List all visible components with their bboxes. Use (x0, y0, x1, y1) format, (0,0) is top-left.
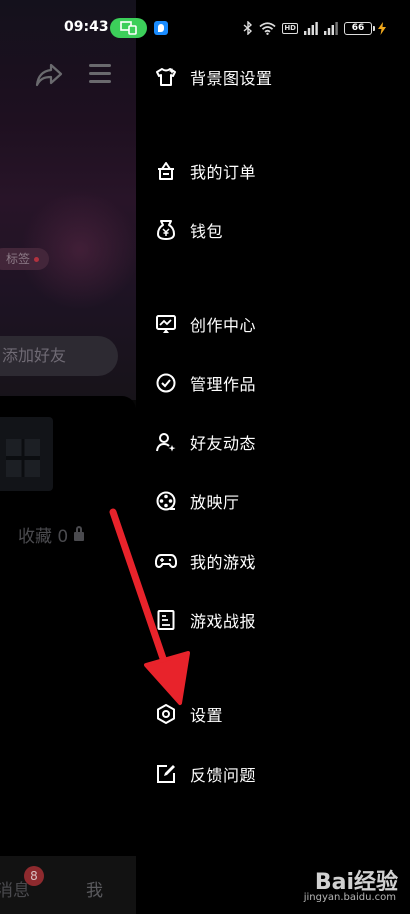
background-profile-page: 标签 添加好友 收藏 0 消息 8 我 (0, 0, 136, 914)
creator-icon (155, 313, 177, 335)
nav-me[interactable]: 我 (86, 876, 103, 901)
menu-label: 钱包 (190, 222, 224, 241)
signal-icon (304, 21, 318, 35)
feedback-icon (155, 763, 177, 785)
menu-item-feedback[interactable]: 反馈问题 (136, 752, 410, 796)
menu-item-creator-center[interactable]: 创作中心 (136, 302, 410, 346)
cast-icon (120, 21, 137, 35)
bluetooth-icon (243, 21, 253, 35)
messages-badge: 8 (24, 866, 44, 886)
annotation-arrow (109, 508, 190, 705)
collect-tab[interactable]: 收藏 0 (18, 522, 85, 547)
friend-activity-icon (155, 431, 177, 453)
add-friend-button[interactable]: 添加好友 (0, 336, 118, 376)
wifi-icon (259, 21, 276, 35)
notification-app-icon (154, 21, 168, 35)
menu-item-friend-activity[interactable]: 好友动态 (136, 420, 410, 464)
check-circle-icon (155, 372, 177, 394)
menu-label: 我的订单 (190, 163, 257, 182)
signal-icon-2 (324, 21, 338, 35)
status-bar: 09:43 HD 66 (0, 0, 410, 46)
lock-icon (74, 526, 85, 541)
screen-cast-indicator[interactable] (110, 18, 147, 38)
profile-tag: 标签 (0, 248, 50, 270)
watermark-url: jingyan.baidu.com (303, 892, 396, 903)
order-icon (155, 160, 177, 182)
charging-icon (378, 21, 386, 35)
menu-label: 创作中心 (190, 316, 257, 335)
menu-label: 管理作品 (190, 375, 257, 394)
menu-label: 背景图设置 (190, 69, 273, 88)
work-thumbnail[interactable] (0, 417, 53, 491)
tshirt-icon (155, 66, 177, 88)
baidu-jingyan-watermark: Bai经验 jingyan.baidu.com (278, 862, 398, 906)
menu-item-wallet[interactable]: 钱包 (136, 208, 410, 252)
status-time: 09:43 (64, 19, 109, 35)
hamburger-menu-icon[interactable] (89, 64, 111, 84)
menu-item-manage-works[interactable]: 管理作品 (136, 361, 410, 405)
battery-indicator: 66 (344, 21, 375, 35)
menu-label: 好友动态 (190, 434, 257, 453)
status-icons: HD 66 (243, 20, 386, 36)
hd-badge: HD (282, 22, 298, 34)
menu-label: 反馈问题 (190, 766, 257, 785)
menu-item-background-settings[interactable]: 背景图设置 (136, 55, 410, 99)
menu-item-my-orders[interactable]: 我的订单 (136, 149, 410, 193)
wallet-icon (155, 219, 177, 241)
share-icon[interactable] (34, 62, 64, 88)
